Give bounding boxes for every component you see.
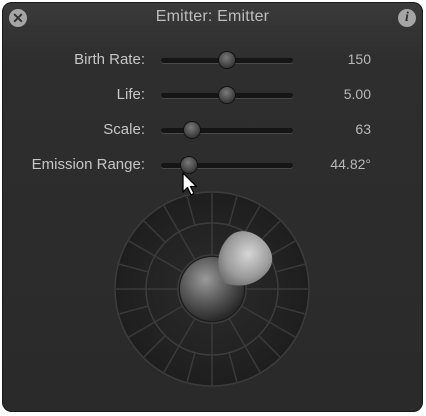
life-slider-knob[interactable] bbox=[219, 87, 235, 103]
birth-rate-label: Birth Rate: bbox=[74, 51, 145, 68]
birth-rate-slider-knob[interactable] bbox=[219, 52, 235, 68]
emission-range-slider-knob[interactable] bbox=[180, 157, 197, 173]
emission-angle-dial[interactable] bbox=[113, 190, 311, 388]
emission-range-label: Emission Range: bbox=[31, 156, 145, 173]
mouse-pointer-icon bbox=[182, 172, 198, 196]
life-value[interactable]: 5.00 bbox=[344, 86, 371, 102]
scale-slider-knob[interactable] bbox=[184, 122, 201, 138]
birth-rate-slider[interactable] bbox=[161, 52, 293, 68]
info-icon[interactable]: i bbox=[398, 9, 416, 27]
life-slider[interactable] bbox=[161, 87, 293, 103]
emission-range-slider[interactable] bbox=[161, 157, 293, 173]
scale-value[interactable]: 63 bbox=[355, 121, 371, 137]
emission-range-value[interactable]: 44.82° bbox=[330, 156, 371, 172]
emitter-hud-panel: ✕ Emitter: Emitter i Birth Rate: 150 Lif… bbox=[2, 2, 423, 412]
window-title: Emitter: Emitter bbox=[155, 8, 270, 25]
scale-label: Scale: bbox=[103, 121, 145, 138]
life-label: Life: bbox=[116, 86, 145, 103]
birth-rate-value[interactable]: 150 bbox=[348, 51, 371, 67]
scale-slider[interactable] bbox=[161, 122, 293, 138]
